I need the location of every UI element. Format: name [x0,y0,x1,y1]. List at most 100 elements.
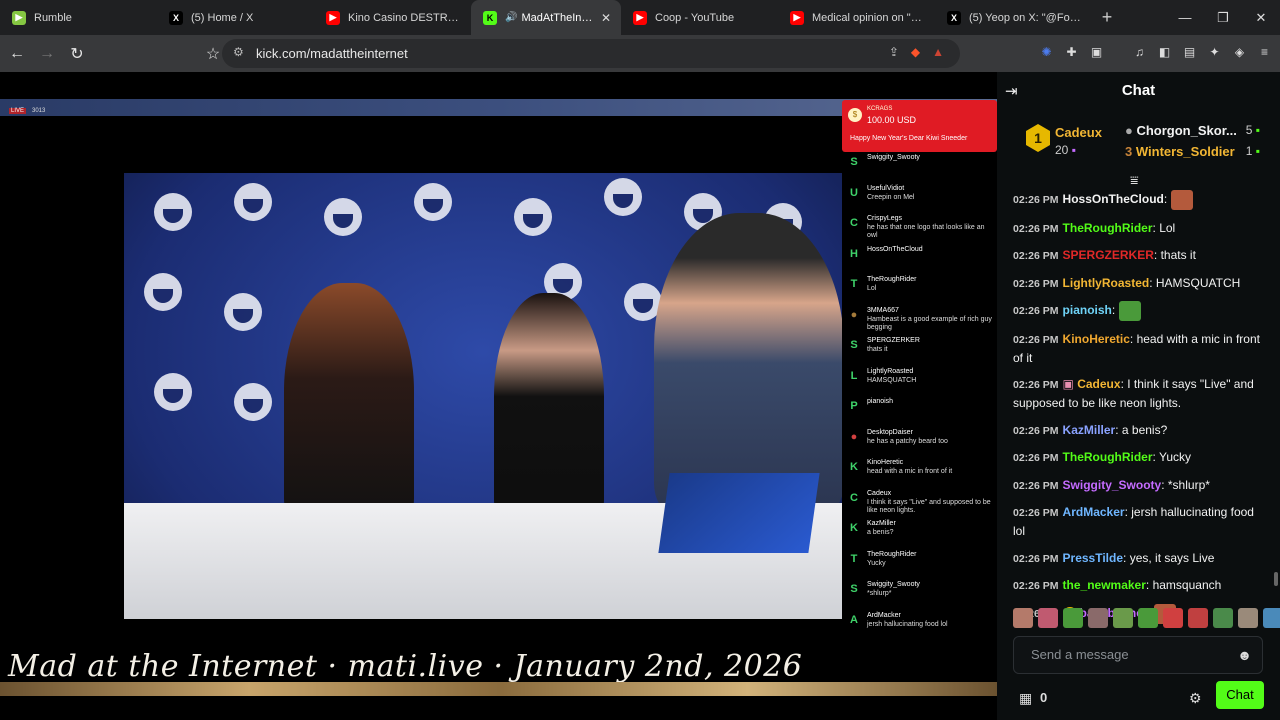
browser-tab[interactable]: X (5) Yeop on X: "@Forsaken [935,0,1092,35]
site-settings-icon[interactable]: ⚙ [233,45,244,59]
music-icon[interactable]: ♫ [1131,44,1148,61]
emote-icon[interactable] [1088,608,1108,628]
chat-username[interactable]: Cadeux [1077,377,1120,391]
leader-3-name[interactable]: 3 Winters_Soldier [1125,144,1235,159]
maximize-button[interactable]: ❐ [1204,0,1242,35]
chat-username[interactable]: Swiggity_Swooty [1063,478,1162,492]
chat-username[interactable]: PressTilde [1063,551,1123,565]
chat-message: 02:26 PM LightlyRoasted: HAMSQUATCH [1013,275,1241,290]
chat-username[interactable]: pianoish [1063,303,1112,317]
emote-icon[interactable] [1038,608,1058,628]
overlay-text: I think it says "Live" and supposed to b… [867,498,991,514]
overlay-avatar: K [850,522,858,534]
share-icon[interactable]: ⇪ [889,45,899,59]
overlay-username: UsefulVidiot [867,184,905,192]
chat-filter-icon[interactable]: ⩸ [1130,172,1139,189]
rank-1-badge: 1 [1026,124,1050,152]
overlay-username: Cadeux [867,489,892,497]
overlay-avatar: L [850,369,858,382]
minimize-button[interactable]: — [1166,0,1204,35]
close-tab-icon[interactable]: ✕ [601,11,611,25]
leader-1-name[interactable]: Cadeux [1055,125,1102,140]
address-bar[interactable]: ⚙ kick.com/madattheinternet ⇪ ◆ ▲ [222,39,960,68]
overlay-text: thats it [867,346,888,353]
subscriber-badge-icon: ▣ [1062,377,1078,391]
message-timestamp: 02:26 PM [1013,250,1059,262]
browser-tab[interactable]: ▶ Kino Casino DESTROYS DS [314,0,471,35]
collapse-chat-icon[interactable]: ⇥ [1005,82,1018,100]
video-player[interactable]: LIVE 3013 Mad at the Internet · mati.liv… [0,72,997,720]
chat-text: *shlurp* [1167,477,1210,492]
overlay-chat-message: L LightlyRoasted HAMSQUATCH [842,368,997,398]
chat-username[interactable]: KazMiller [1063,423,1116,437]
emote-icon[interactable] [1163,608,1183,628]
back-button[interactable]: ← [4,45,30,63]
overlay-avatar: S [850,156,858,168]
browser-tab[interactable]: ▶ Medical opinion on "Cyrax [778,0,935,35]
new-tab-button[interactable]: + [1092,7,1122,28]
emoji-icon[interactable]: ☻ [1237,637,1252,673]
chat-scrollbar[interactable] [1274,572,1278,586]
sidebar-icon[interactable]: ◧ [1156,44,1173,61]
forward-button[interactable]: → [34,45,60,63]
reload-button[interactable]: ↻ [64,44,90,64]
gift-leaderboard: 1 Cadeux 20 ▪ ● Chorgon_Skor... 5 ▪ 3 Wi… [997,110,1280,170]
emote-icon[interactable] [1113,608,1133,628]
extensions-row: ✺ ✚ ▣ ♫ ◧ ▤ ✦ ◈ ≡ [1038,44,1273,61]
message-timestamp: 02:26 PM [1013,194,1059,207]
chat-message-input[interactable]: Send a message ☻ [1013,636,1263,674]
audio-playing-icon[interactable]: 🔊 [505,12,517,23]
overlay-username: KinoHeretic [867,459,904,466]
browser-tab[interactable]: ▶ Coop - YouTube [621,0,778,35]
gift-icon: ▪ [1071,143,1076,157]
chat-text: yes, it says Live [1129,550,1215,565]
close-window-button[interactable]: ✕ [1242,0,1280,35]
window-controls: — ❐ ✕ [1166,0,1280,35]
browser-tab[interactable]: ▶ Rumble [0,0,157,35]
chat-username[interactable]: TheRoughRider [1063,450,1153,464]
vpn-icon[interactable]: ✺ [1038,44,1055,61]
chat-username[interactable]: TheRoughRider [1063,221,1153,235]
emote-icon[interactable] [1138,608,1158,628]
chat-message: 02:26 PM ArdMacker: jersh hallucinating f… [1013,505,1254,538]
screenshot-icon[interactable]: ▣ [1088,44,1105,61]
chat-message: 02:26 PM pianoish: [1013,301,1265,321]
overlay-username: SPERGZERKER [867,337,920,344]
overlay-avatar: C [850,217,858,229]
emote-icon[interactable] [1013,608,1033,628]
chat-username[interactable]: HossOnTheCloud [1063,192,1164,206]
leo-ai-icon[interactable]: ✦ [1206,44,1223,61]
emote-icon[interactable] [1238,608,1258,628]
overlay-chat-message: A ArdMacker jersh hallucinating food lol [842,612,997,642]
chat-settings-icon[interactable]: ⚙ [1189,690,1202,707]
message-timestamp: 02:26 PM [1013,305,1059,318]
brave-shield-icon[interactable]: ◆ [911,45,920,59]
emote-icon[interactable] [1188,608,1208,628]
wallet-icon[interactable]: ▤ [1181,44,1198,61]
host-center [494,293,604,523]
chat-username[interactable]: SPERGZERKER [1063,248,1154,262]
chat-username[interactable]: the_newmaker [1063,578,1146,592]
overlay-text: Lol [867,285,877,292]
emote-icon[interactable] [1063,608,1083,628]
tab-favicon-icon: ▶ [633,10,647,25]
brave-rewards-icon[interactable]: ▲ [932,45,944,59]
chat-footer: ▦ 0 ⚙ Chat [997,680,1280,720]
emote-icon[interactable] [1213,608,1233,628]
emote-icon[interactable] [1263,608,1280,628]
overlay-chat-message: T TheRoughRider Yucky [842,551,997,581]
browser-tab[interactable]: K 🔊 MadAtTheInternet ✕ [471,0,621,35]
vpn-shield-icon[interactable]: ◈ [1231,44,1248,61]
tab-favicon-icon: ▶ [12,10,26,25]
chat-username[interactable]: LightlyRoasted [1063,276,1150,290]
chat-username[interactable]: KinoHeretic [1063,332,1130,346]
menu-icon[interactable]: ≡ [1256,44,1273,61]
chat-username[interactable]: ArdMacker [1063,505,1125,519]
send-chat-button[interactable]: Chat [1216,681,1264,709]
extensions-icon[interactable]: ✚ [1063,44,1080,61]
browser-tab[interactable]: X (5) Home / X [157,0,314,35]
leader-2-name[interactable]: ● Chorgon_Skor... [1125,123,1237,138]
overlay-username: pianoish [867,398,894,405]
store-icon[interactable]: ▦ [1019,690,1032,707]
overlay-chat-message: ● 3MMA667 Hambeast is a good example of ri… [842,307,997,337]
